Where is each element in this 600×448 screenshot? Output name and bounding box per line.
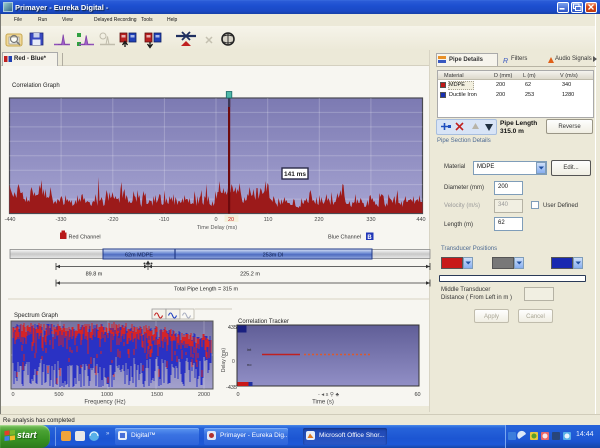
svg-text:0: 0 — [214, 217, 217, 223]
svg-text:253m DI: 253m DI — [263, 253, 284, 259]
svg-text:330: 330 — [366, 217, 375, 223]
svg-text:0: 0 — [236, 392, 239, 398]
svg-text:- ◂ s ⚲ ♣: - ◂ s ⚲ ♣ — [318, 391, 339, 398]
svg-text:B: B — [367, 235, 372, 241]
svg-text:Correlation Tracker: Correlation Tracker — [238, 319, 289, 325]
svg-text:Red Channel: Red Channel — [69, 235, 101, 241]
svg-text:110: 110 — [264, 217, 273, 223]
svg-text:1000: 1000 — [101, 392, 113, 398]
svg-text:-440: -440 — [4, 217, 15, 223]
svg-text:Time Delay (ms): Time Delay (ms) — [197, 225, 237, 231]
svg-text:0: 0 — [11, 392, 14, 398]
svg-text:0: 0 — [232, 359, 235, 365]
svg-text:62m MDPE: 62m MDPE — [125, 253, 153, 259]
svg-text:Total Pipe Length = 315 m: Total Pipe Length = 315 m — [174, 287, 238, 293]
svg-text:20: 20 — [228, 217, 234, 223]
svg-text:225.2 m: 225.2 m — [240, 272, 260, 278]
svg-text:no: no — [247, 362, 252, 367]
svg-text:Time (s): Time (s) — [312, 400, 334, 406]
svg-text:220: 220 — [314, 217, 323, 223]
svg-text:1500: 1500 — [151, 392, 163, 398]
svg-text:60: 60 — [414, 392, 420, 398]
svg-text:R: R — [503, 58, 508, 64]
svg-text:-220: -220 — [107, 217, 118, 223]
svg-text:»: » — [106, 431, 110, 437]
svg-text:Delay (ms): Delay (ms) — [221, 348, 227, 373]
svg-text:440: 440 — [416, 217, 425, 223]
svg-text:-435: -435 — [226, 385, 237, 391]
svg-text:-330: -330 — [55, 217, 66, 223]
svg-text:2000: 2000 — [198, 392, 210, 398]
svg-text:435: 435 — [228, 325, 237, 331]
svg-text:Frequency (Hz): Frequency (Hz) — [84, 400, 125, 406]
svg-text:-110: -110 — [159, 217, 170, 223]
svg-text:89.8 m: 89.8 m — [86, 272, 103, 278]
svg-text:Blue Channel: Blue Channel — [328, 235, 361, 241]
svg-text:500: 500 — [54, 392, 63, 398]
svg-text:141 ms: 141 ms — [284, 171, 306, 178]
svg-text:Spectrum Graph: Spectrum Graph — [14, 313, 58, 319]
